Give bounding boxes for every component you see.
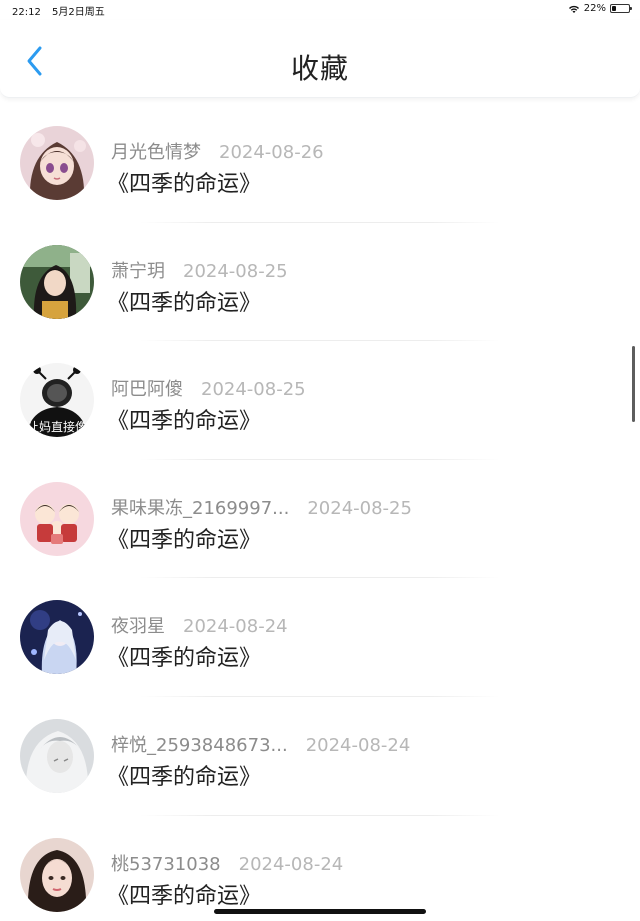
avatar[interactable]	[20, 837, 94, 912]
list-item[interactable]: 萧宁玥 2024-08-25 《四季的命运》	[0, 223, 640, 342]
date: 2024-08-25	[307, 497, 412, 519]
username[interactable]: 梓悦_2593848673...	[111, 735, 288, 756]
username[interactable]: 月光色情梦	[111, 142, 201, 163]
work-title[interactable]: 《四季的命运》	[107, 759, 261, 791]
username[interactable]: 桃53731038	[111, 854, 221, 875]
username[interactable]: 阿巴阿傻	[111, 379, 183, 400]
item-meta: 萧宁玥 2024-08-25	[111, 257, 288, 283]
work-title[interactable]: 《四季的命运》	[107, 522, 261, 554]
avatar[interactable]	[20, 718, 94, 793]
item-meta: 阿巴阿傻 2024-08-25	[111, 375, 306, 401]
username[interactable]: 果味果冻_2169997...	[111, 498, 289, 519]
list-item[interactable]: 梓悦_2593848673... 2024-08-24 《四季的命运》	[0, 697, 640, 816]
status-date: 5月2日周五	[52, 7, 105, 18]
nav-bar: 收藏	[0, 20, 640, 98]
status-bar: 22:12 5月2日周五 22%	[0, 0, 640, 20]
username[interactable]: 夜羽星	[111, 616, 165, 637]
date: 2024-08-24	[305, 734, 411, 756]
avatar[interactable]: 让妈直接像	[20, 363, 94, 438]
scrollbar[interactable]	[632, 346, 635, 422]
item-meta: 梓悦_2593848673... 2024-08-24	[111, 731, 410, 757]
avatar[interactable]	[20, 600, 94, 675]
avatar[interactable]	[20, 244, 94, 319]
date: 2024-08-26	[219, 142, 324, 163]
date: 2024-08-24	[238, 853, 344, 875]
item-meta: 果味果冻_2169997... 2024-08-25	[111, 494, 412, 520]
list-item[interactable]: 夜羽星 2024-08-24 《四季的命运》	[0, 578, 640, 697]
date: 2024-08-25	[201, 379, 306, 401]
date: 2024-08-25	[183, 260, 288, 282]
list-item[interactable]: 果味果冻_2169997... 2024-08-25 《四季的命运》	[0, 460, 640, 579]
favorites-list: 月光色情梦 2024-08-26 《四季的命运》 萧宁玥 2024-08-25 《四…	[0, 104, 640, 921]
work-title[interactable]: 《四季的命运》	[107, 403, 261, 435]
battery-icon	[610, 4, 632, 13]
status-time: 22:12	[12, 7, 41, 18]
avatar[interactable]	[20, 126, 94, 200]
work-title[interactable]: 《四季的命运》	[107, 166, 261, 198]
work-title[interactable]: 《四季的命运》	[107, 640, 261, 672]
item-meta: 月光色情梦 2024-08-26	[111, 138, 324, 164]
battery-percent: 22%	[583, 3, 606, 14]
avatar[interactable]	[20, 481, 94, 556]
work-title[interactable]: 《四季的命运》	[107, 878, 261, 910]
work-title[interactable]: 《四季的命运》	[107, 285, 261, 317]
page-title: 收藏	[290, 52, 349, 85]
home-indicator[interactable]	[214, 909, 426, 914]
list-item[interactable]: 月光色情梦 2024-08-26 《四季的命运》	[0, 104, 640, 223]
avatar-caption: 让妈直接像	[27, 419, 87, 434]
list-item[interactable]: 让妈直接像 阿巴阿傻 2024-08-25 《四季的命运》	[0, 341, 640, 460]
item-meta: 桃53731038 2024-08-24	[111, 850, 343, 876]
list-item[interactable]: 桃53731038 2024-08-24 《四季的命运》	[0, 816, 640, 921]
username[interactable]: 萧宁玥	[111, 261, 165, 282]
wifi-icon	[568, 5, 579, 13]
date: 2024-08-24	[183, 616, 288, 638]
item-meta: 夜羽星 2024-08-24	[111, 612, 288, 638]
